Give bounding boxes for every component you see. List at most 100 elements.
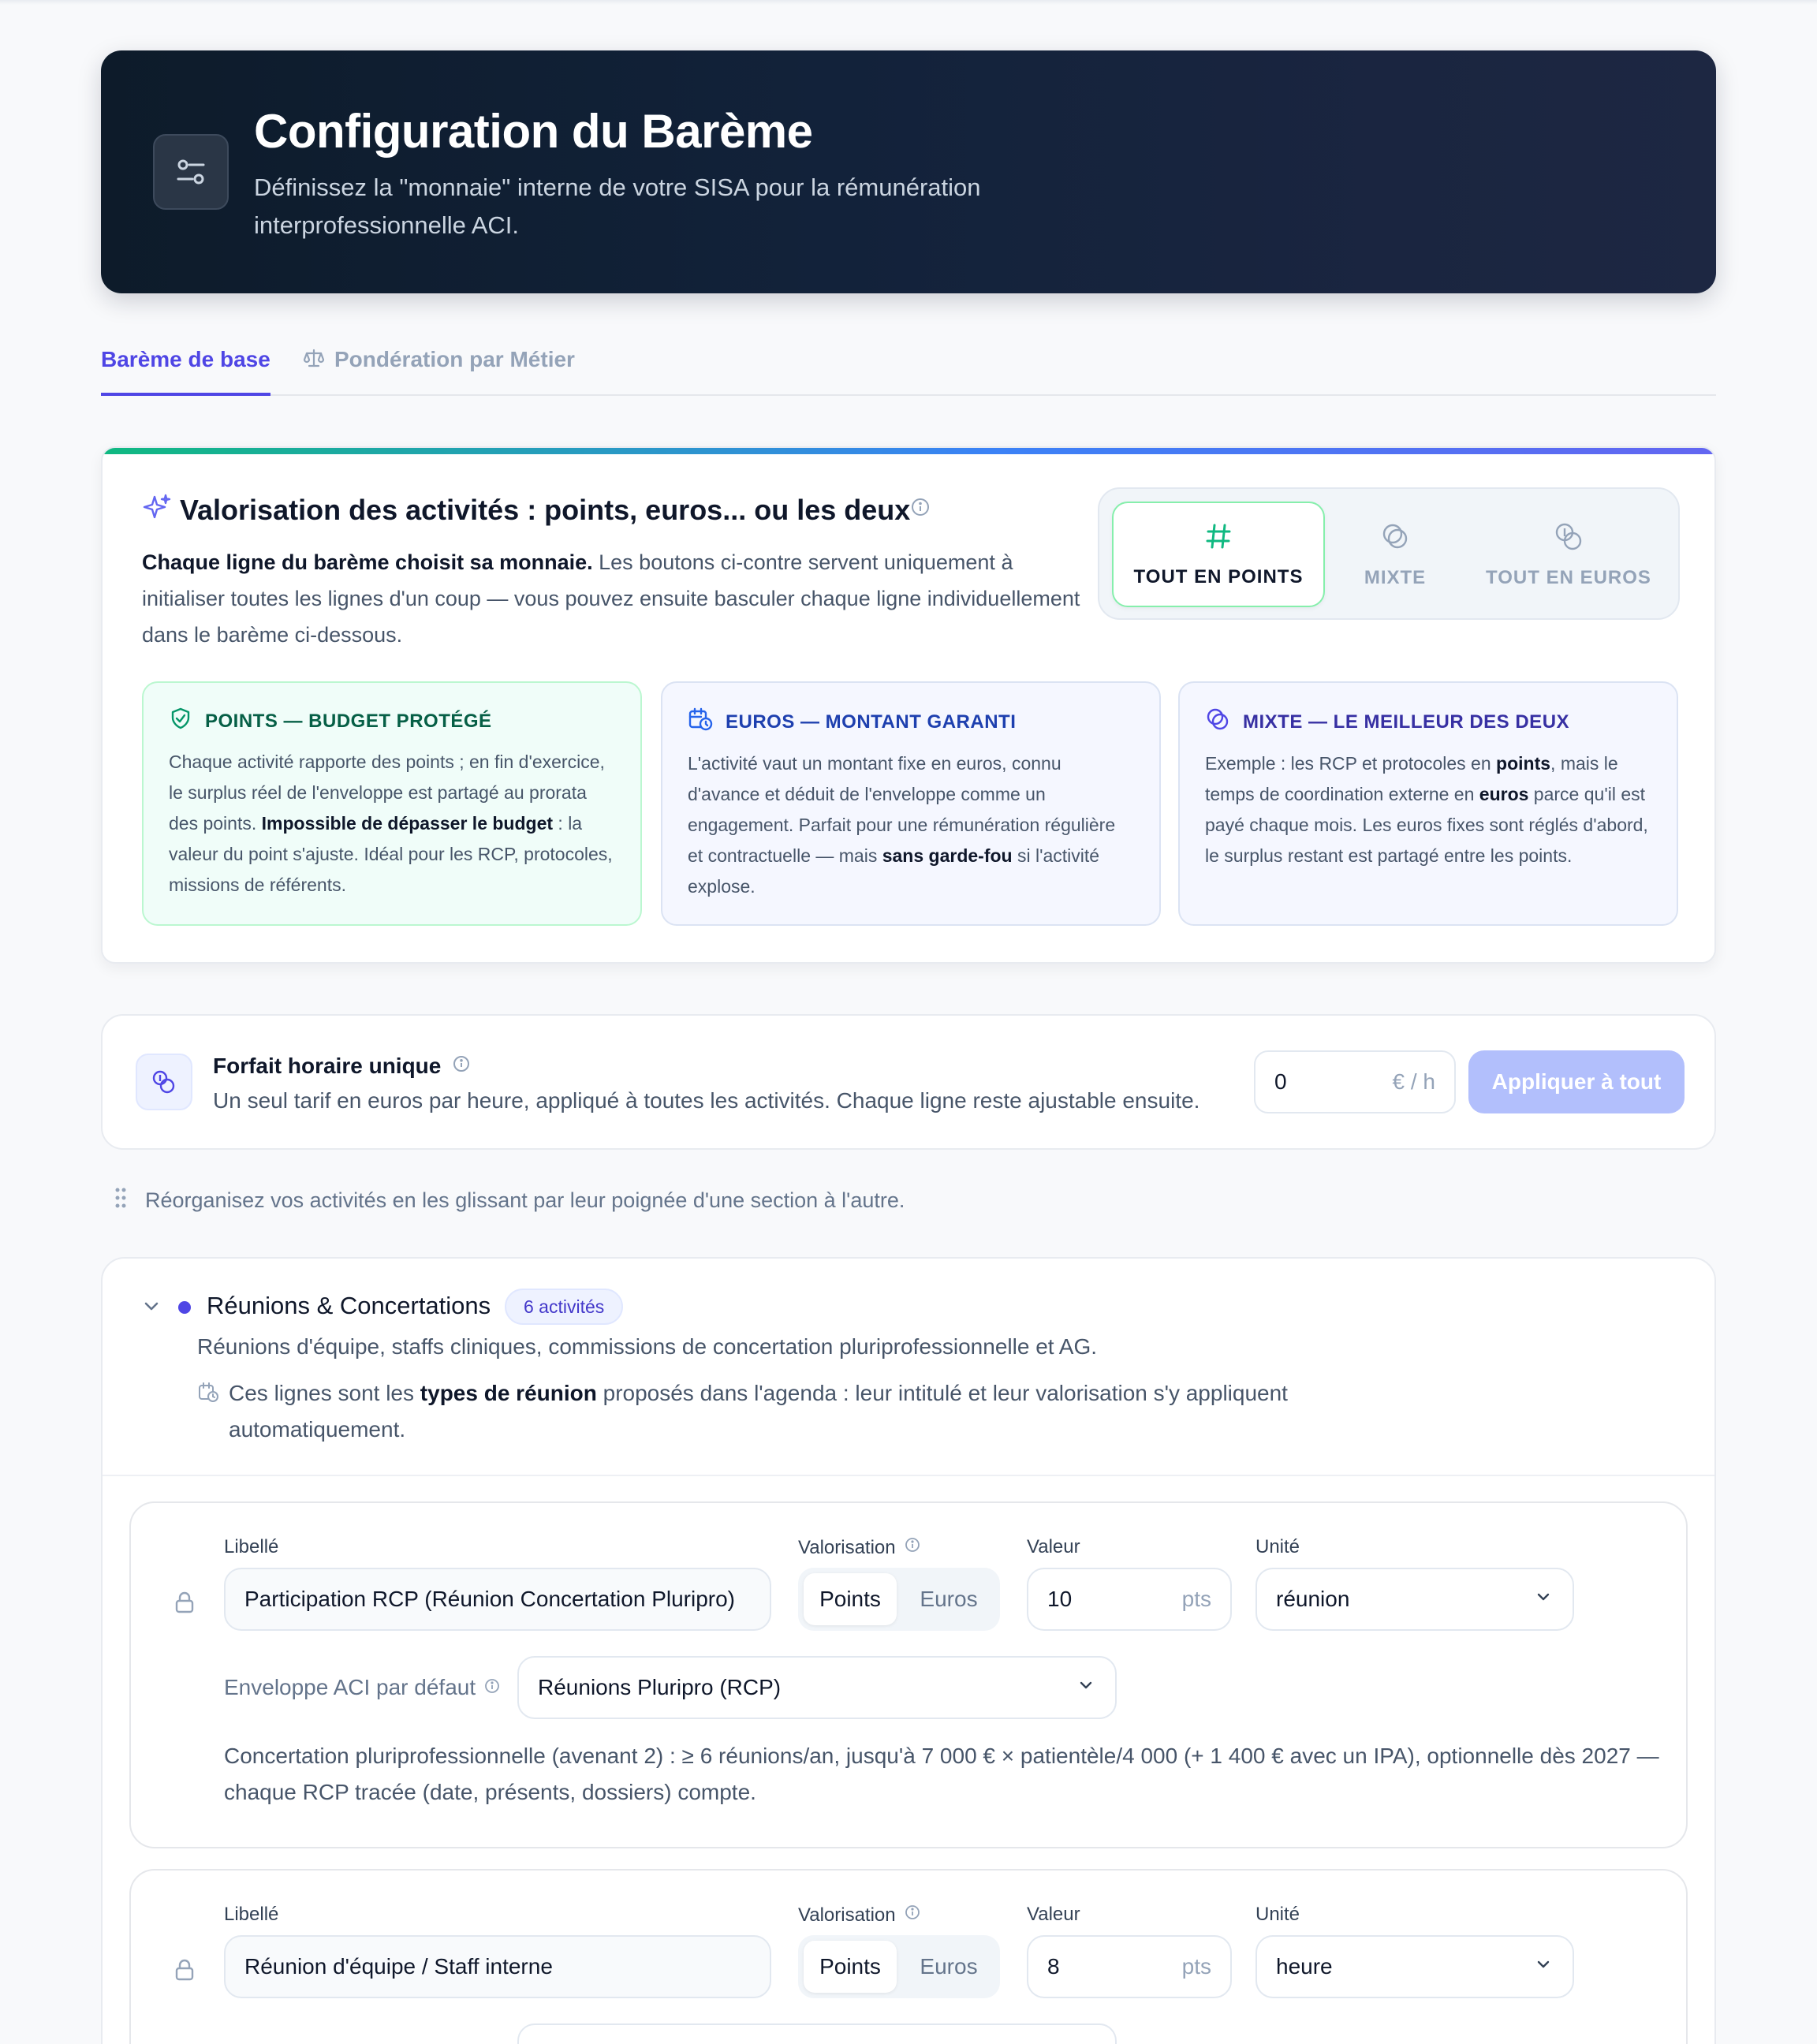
coins-icon xyxy=(1553,520,1584,558)
enveloppe-select[interactable]: Réunions Pluripro (RCP) xyxy=(517,1656,1117,1719)
points-info-card: POINTS — BUDGET PROTÉGÉ Chaque activité … xyxy=(142,681,642,926)
calendar-clock-icon xyxy=(688,707,713,737)
info-icon[interactable] xyxy=(904,1536,921,1559)
enveloppe-label: Enveloppe ACI par défaut xyxy=(224,1675,501,1700)
points-toggle-option[interactable]: Points xyxy=(804,1941,897,1993)
enveloppe-select[interactable] xyxy=(517,2023,1117,2044)
mode-mixte-button[interactable]: MIXTE xyxy=(1336,502,1454,607)
unite-select[interactable]: réunion xyxy=(1255,1568,1574,1631)
tab-ponderation-par-metier[interactable]: Pondération par Métier xyxy=(303,339,575,396)
euros-toggle-option[interactable]: Euros xyxy=(901,1941,996,1993)
tab-bar: Barème de base Pondération par Métier xyxy=(101,339,1716,396)
euros-card-title: EUROS — MONTANT GARANTI xyxy=(726,711,1017,733)
hourly-rate-unit: € / h xyxy=(1392,1069,1435,1094)
apply-to-all-button[interactable]: Appliquer à tout xyxy=(1468,1050,1685,1113)
activity-row: Libellé Valorisation Valeur Unité Partic… xyxy=(129,1501,1688,1848)
lock-icon[interactable] xyxy=(172,1590,197,1619)
libelle-label: Libellé xyxy=(224,1536,279,1557)
shield-check-icon xyxy=(169,707,192,736)
forfait-horaire-card: Forfait horaire unique Un seul tarif en … xyxy=(101,1014,1716,1150)
mixte-info-card: MIXTE — LE MEILLEUR DES DEUX Exemple : l… xyxy=(1178,681,1678,926)
section-description: Réunions d'équipe, staffs cliniques, com… xyxy=(197,1334,1098,1359)
unite-label: Unité xyxy=(1255,1536,1300,1557)
gradient-accent-bar xyxy=(103,448,1714,454)
page-header: Configuration du Barème Définissez la "m… xyxy=(101,50,1716,293)
valeur-label: Valeur xyxy=(1027,1904,1080,1925)
description-bold: Chaque ligne du barème choisit sa monnai… xyxy=(142,550,593,574)
page-title: Configuration du Barème xyxy=(254,105,813,158)
forfait-title: Forfait horaire unique xyxy=(213,1054,471,1079)
section-reunions-concertations: Réunions & Concertations 6 activités Réu… xyxy=(101,1257,1716,2044)
forfait-subtitle: Un seul tarif en euros par heure, appliq… xyxy=(213,1088,1200,1113)
sparkles-icon xyxy=(142,494,172,528)
mixed-icon xyxy=(1205,707,1230,737)
unite-label: Unité xyxy=(1255,1904,1300,1925)
section-header[interactable]: Réunions & Concertations 6 activités Réu… xyxy=(103,1259,1714,1476)
unite-value: réunion xyxy=(1276,1587,1350,1611)
hourly-rate-input[interactable]: 0 € / h xyxy=(1254,1050,1456,1113)
valeur-unit: pts xyxy=(1181,1954,1211,1979)
valorisation-card: Valorisation des activités : points, eur… xyxy=(101,446,1716,964)
mode-tout-en-points-button[interactable]: TOUT EN POINTS xyxy=(1112,502,1325,607)
activity-count-badge: 6 activités xyxy=(505,1289,624,1325)
calendar-clock-icon xyxy=(197,1378,219,1415)
libelle-label: Libellé xyxy=(224,1904,279,1925)
info-icon[interactable] xyxy=(904,1904,921,1927)
valeur-label: Valeur xyxy=(1027,1536,1080,1557)
mixed-icon xyxy=(1379,520,1411,558)
chevron-down-icon xyxy=(1076,1675,1096,1701)
mixte-card-title: MIXTE — LE MEILLEUR DES DEUX xyxy=(1243,711,1570,733)
chevron-down-icon[interactable] xyxy=(140,1295,162,1321)
valorisation-label: Valorisation xyxy=(798,1904,921,1927)
valorisation-description: Chaque ligne du barème choisit sa monnai… xyxy=(142,544,1088,653)
unite-value: heure xyxy=(1276,1954,1333,1979)
drag-hint: Réorganisez vos activités en les glissan… xyxy=(115,1188,905,1214)
euros-card-body: L'activité vaut un montant fixe en euros… xyxy=(688,753,1116,897)
mode-switch: TOUT EN POINTS MIXTE TOUT EN EUROS xyxy=(1098,487,1680,620)
mode-label: TOUT EN POINTS xyxy=(1133,565,1304,587)
mode-tout-en-euros-button[interactable]: TOUT EN EUROS xyxy=(1470,502,1667,607)
euros-toggle-option[interactable]: Euros xyxy=(901,1573,996,1625)
libelle-input[interactable]: Réunion d'équipe / Staff interne xyxy=(224,1935,771,1998)
section-agenda-note: Ces lignes sont les types de réunion pro… xyxy=(197,1375,1301,1448)
top-shadow xyxy=(0,0,1817,5)
valorisation-toggle: Points Euros xyxy=(798,1935,1000,1998)
activity-note: Concertation pluriprofessionnelle (avena… xyxy=(224,1744,1659,1804)
activity-row: Libellé Valorisation Valeur Unité Réunio… xyxy=(129,1869,1688,2044)
euros-info-card: EUROS — MONTANT GARANTI L'activité vaut … xyxy=(661,681,1161,926)
points-toggle-option[interactable]: Points xyxy=(804,1573,897,1625)
sliders-icon xyxy=(153,134,229,210)
section-title: Réunions & Concertations xyxy=(207,1292,491,1319)
libelle-input[interactable]: Participation RCP (Réunion Concertation … xyxy=(224,1568,771,1631)
valeur-input[interactable]: 10 pts xyxy=(1027,1568,1232,1631)
valeur-value: 10 xyxy=(1047,1587,1073,1611)
chevron-down-icon xyxy=(1533,1954,1554,1980)
points-card-title: POINTS — BUDGET PROTÉGÉ xyxy=(205,710,492,732)
valeur-value: 8 xyxy=(1047,1954,1060,1979)
page-subtitle: Définissez la "monnaie" interne de votre… xyxy=(254,173,981,239)
info-icon[interactable] xyxy=(483,1675,501,1700)
hash-icon xyxy=(1203,521,1233,557)
valorisation-title: Valorisation des activités : points, eur… xyxy=(180,494,911,526)
enveloppe-value: Réunions Pluripro (RCP) xyxy=(538,1675,782,1699)
drag-handle-icon xyxy=(115,1188,126,1214)
mode-label: MIXTE xyxy=(1364,566,1427,588)
valorisation-label: Valorisation xyxy=(798,1536,921,1559)
unite-select[interactable]: heure xyxy=(1255,1935,1574,1998)
coins-icon xyxy=(136,1054,192,1110)
tab-bareme-de-base[interactable]: Barème de base xyxy=(101,339,270,396)
info-icon[interactable] xyxy=(452,1054,471,1079)
info-icon[interactable] xyxy=(910,497,931,521)
scale-icon xyxy=(303,347,325,375)
lock-icon[interactable] xyxy=(172,1957,197,1986)
mode-label: TOUT EN EUROS xyxy=(1486,566,1651,588)
valeur-input[interactable]: 8 pts xyxy=(1027,1935,1232,1998)
mixte-card-body: Exemple : les RCP et protocoles en point… xyxy=(1205,753,1648,866)
section-color-dot xyxy=(178,1301,191,1314)
points-card-body: Chaque activité rapporte des points ; en… xyxy=(169,752,613,895)
valorisation-toggle: Points Euros xyxy=(798,1568,1000,1631)
hourly-rate-value: 0 xyxy=(1274,1069,1287,1094)
forfait-title-text: Forfait horaire unique xyxy=(213,1054,442,1078)
valeur-unit: pts xyxy=(1181,1587,1211,1611)
tab-label: Pondération par Métier xyxy=(334,347,575,371)
